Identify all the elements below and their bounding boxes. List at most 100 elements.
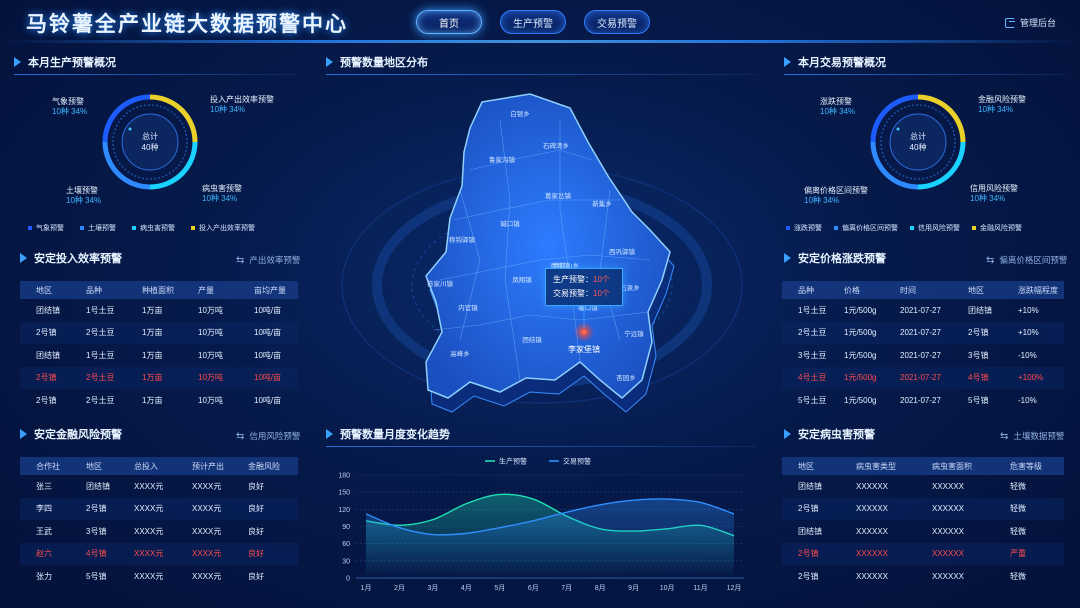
- swap-icon: ⇆: [236, 430, 245, 442]
- table-cell: XXXX元: [134, 526, 164, 536]
- table-cell: 10万吨: [198, 350, 223, 360]
- production-overview-title: 本月生产预警概况: [14, 53, 116, 71]
- map-town-label: 符家川镇: [427, 279, 454, 288]
- table-row[interactable]: 2号镇 2号土豆 1万亩 10万吨 10吨/亩: [20, 321, 298, 344]
- section-arrow-icon: [14, 57, 21, 67]
- table-cell: XXXXXX: [932, 481, 965, 491]
- donut-label-weather: 气象预警 10种 34%: [52, 97, 88, 116]
- table-cell: XXXXXX: [856, 549, 889, 559]
- column-header: 地区: [86, 461, 102, 471]
- table-cell: 10吨/亩: [254, 373, 282, 383]
- table-row[interactable]: 张力 5号镇 XXXX元 XXXX元 良好: [20, 565, 298, 588]
- table-row[interactable]: 王武 3号镇 XXXX元 XXXX元 良好: [20, 520, 298, 543]
- x-tick-label: 1月: [361, 584, 372, 592]
- table-cell: 良好: [248, 549, 264, 559]
- table-row[interactable]: 2号镇 XXXXXX XXXXXX 严重: [782, 542, 1064, 565]
- table-cell: 2021-07-27: [900, 395, 941, 405]
- divider: [14, 74, 296, 75]
- table-cell: XXXXXX: [932, 571, 965, 581]
- donut-label-finance: 金融风险预警 10种 34%: [978, 95, 1026, 114]
- table-row[interactable]: 团结镇 XXXXXX XXXXXX 轻微: [782, 475, 1064, 498]
- table-row[interactable]: 2号镇 2号土豆 1万亩 10万吨 10吨/亩: [20, 366, 298, 389]
- table-cell: XXXX元: [134, 504, 164, 514]
- table-cell: 1元/500g: [844, 328, 877, 338]
- admin-link[interactable]: 管理后台: [1004, 16, 1056, 29]
- table-cell: 10万吨: [198, 395, 223, 405]
- table-header: 地区 病虫害类型 病虫害面积 危害等级: [782, 457, 1064, 475]
- table-cell: +100%: [1018, 373, 1044, 383]
- finance-risk-switch[interactable]: ⇆ 信用风险预警: [236, 430, 300, 442]
- table-row[interactable]: 1号土豆 1元/500g 2021-07-27 团结镇 +10%: [782, 299, 1064, 322]
- table-cell: 10万吨: [198, 373, 223, 383]
- table-cell: 张三: [36, 481, 52, 491]
- table-row[interactable]: 2号土豆 1元/500g 2021-07-27 2号镇 +10%: [782, 321, 1064, 344]
- table-row[interactable]: 2号镇 2号土豆 1万亩 10万吨 10吨/亩: [20, 389, 298, 412]
- map-tooltip: 生产预警：10个 交易预警：10个: [545, 268, 623, 306]
- table-row[interactable]: 2号镇 XXXXXX XXXXXX 轻微: [782, 497, 1064, 520]
- table-cell: 2021-07-27: [900, 305, 941, 315]
- input-efficiency-table: 地区 品种 种植面积 产量 亩均产量 团结镇 1号土豆 1万亩 10万吨 10吨/亩 2号镇 2号土豆…: [20, 281, 298, 412]
- column-header: 地区: [968, 285, 984, 295]
- table-cell: 10万吨: [198, 328, 223, 338]
- table-row[interactable]: 赵六 4号镇 XXXX元 XXXX元 良好: [20, 542, 298, 565]
- nav-trade-warning[interactable]: 交易预警: [584, 10, 650, 34]
- table-cell: +10%: [1018, 328, 1039, 338]
- table-cell: 2号镇: [36, 395, 57, 405]
- donut-label-price-change: 涨跌预警 10种 34%: [820, 97, 856, 116]
- nav-home[interactable]: 首页: [416, 10, 482, 34]
- table-cell: 10吨/亩: [254, 395, 282, 405]
- region-map[interactable]: 白银乡石碑湾乡鲁家沟镇葛家岔镇新集乡碱口镇称钩驿镇西巩驿镇香泉镇凤翔镇巉口镇内官…: [330, 80, 750, 425]
- price-change-title: 安定价格涨跌预警: [784, 249, 886, 267]
- table-cell: XXXXXX: [856, 571, 889, 581]
- table-cell: 5号镇: [86, 571, 107, 581]
- table-cell: 10吨/亩: [254, 305, 282, 315]
- legend-item: 投入产出效率预警: [191, 223, 255, 233]
- table-cell: 良好: [248, 526, 264, 536]
- table-row[interactable]: 5号土豆 1元/500g 2021-07-27 5号镇 -10%: [782, 389, 1064, 412]
- section-arrow-icon: [20, 429, 27, 439]
- map-town-label: 高峰乡: [450, 349, 470, 358]
- nav-production-warning[interactable]: 生产预警: [500, 10, 566, 34]
- x-tick-label: 6月: [528, 584, 539, 592]
- table-cell: 2号镇: [36, 328, 57, 338]
- page-title: 马铃薯全产业链大数据预警中心: [26, 13, 348, 36]
- price-change-switch[interactable]: ⇆ 偏离价格区间预警: [986, 254, 1067, 266]
- table-cell: XXXX元: [134, 481, 164, 491]
- table-row[interactable]: 团结镇 XXXXXX XXXXXX 轻微: [782, 520, 1064, 543]
- column-header: 涨跌幅程度: [1018, 285, 1058, 295]
- table-cell: XXXX元: [134, 571, 164, 581]
- column-header: 病虫害类型: [856, 461, 896, 471]
- table-cell: 5号土豆: [798, 395, 827, 405]
- table-cell: 1元/500g: [844, 373, 877, 383]
- table-row[interactable]: 团结镇 1号土豆 1万亩 10万吨 10吨/亩: [20, 344, 298, 367]
- table-cell: 10吨/亩: [254, 328, 282, 338]
- legend-item: 偏离价格区间预警: [834, 223, 898, 233]
- map-town-label: 碱口镇: [500, 219, 520, 228]
- map-town-label: 内官镇: [458, 303, 478, 312]
- table-cell: XXXXXX: [932, 549, 965, 559]
- table-cell: 团结镇: [798, 526, 822, 536]
- table-cell: XXXXXX: [856, 504, 889, 514]
- map-town-label: 鲁家沟镇: [489, 155, 516, 164]
- price-change-table: 品种 价格 时间 地区 涨跌幅程度 1号土豆 1元/500g 2021-07-27 团结镇 +10…: [782, 281, 1064, 412]
- table-row[interactable]: 李四 2号镇 XXXX元 XXXX元 良好: [20, 497, 298, 520]
- table-cell: 良好: [248, 481, 264, 491]
- table-cell: XXXX元: [192, 481, 222, 491]
- table-cell: 1号土豆: [86, 350, 115, 360]
- table-row[interactable]: 4号土豆 1元/500g 2021-07-27 4号镇 +100%: [782, 366, 1064, 389]
- column-header: 品种: [798, 285, 814, 295]
- input-efficiency-switch[interactable]: ⇆ 产出效率预警: [236, 254, 300, 266]
- table-cell: 2号镇: [36, 373, 57, 383]
- pest-switch[interactable]: ⇆ 土壤数据预警: [1000, 430, 1064, 442]
- table-row[interactable]: 团结镇 1号土豆 1万亩 10万吨 10吨/亩: [20, 299, 298, 322]
- trend-line-chart: 0 30 60 90 120 150 180 1月 2月 3月 4月 5月 6月 7月 8月 9月 10月 11月…: [338, 457, 744, 592]
- table-cell: 2号镇: [968, 328, 989, 338]
- legend-item: 气象预警: [28, 223, 64, 233]
- table-row[interactable]: 2号镇 XXXXXX XXXXXX 轻微: [782, 565, 1064, 588]
- donut-center-value: 40种: [910, 142, 927, 152]
- finance-risk-table: 合作社 地区 总投入 预计产出 金融风险 张三 团结镇 XXXX元 XXXX元 良好 李四 2号镇 XX…: [20, 457, 298, 588]
- table-row[interactable]: 3号土豆 1元/500g 2021-07-27 3号镇 -10%: [782, 344, 1064, 367]
- divider: [784, 74, 1066, 75]
- table-cell: 4号土豆: [798, 373, 827, 383]
- table-row[interactable]: 张三 团结镇 XXXX元 XXXX元 良好: [20, 475, 298, 498]
